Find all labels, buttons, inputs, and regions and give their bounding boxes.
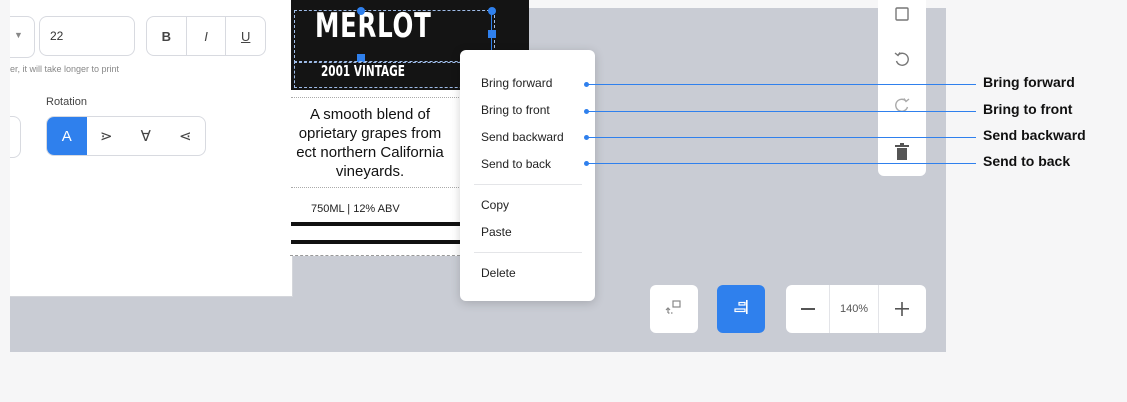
redo-icon[interactable] (892, 96, 912, 116)
align-icon (733, 299, 749, 320)
bold-button[interactable]: B (147, 17, 186, 55)
transform-icon (665, 299, 683, 320)
menu-item-bring-forward[interactable]: Bring forward (481, 76, 552, 90)
label-vintage[interactable]: 2001 VINTAGE (321, 62, 405, 80)
menu-item-send-backward[interactable]: Send backward (481, 130, 564, 144)
trash-icon[interactable] (892, 142, 912, 162)
vertical-toolbar (878, 0, 926, 176)
callout-line (587, 163, 976, 164)
annotation-send-to-back: Send to back (983, 153, 1071, 169)
annotation-bring-forward: Bring forward (983, 74, 1075, 90)
rotation-label: Rotation (46, 96, 87, 108)
copy-icon[interactable] (892, 4, 912, 24)
rotation-option-0[interactable]: A (47, 117, 87, 155)
menu-item-send-to-back[interactable]: Send to back (481, 157, 551, 171)
font-size-input[interactable]: 22 (39, 16, 135, 56)
menu-item-bring-to-front[interactable]: Bring to front (481, 103, 550, 117)
description-line: oprietary grapes from (298, 125, 442, 142)
label-description[interactable]: A smooth blend of oprietary grapes from … (291, 105, 465, 181)
callout-line (587, 111, 976, 112)
zoom-in-icon[interactable] (877, 285, 926, 333)
resize-handle-top[interactable] (357, 7, 365, 15)
font-select[interactable]: ▼ (10, 16, 35, 58)
menu-separator (474, 252, 582, 253)
text-format-group: B I U (146, 16, 266, 56)
transform-button[interactable] (650, 285, 698, 333)
underline-button[interactable]: U (225, 17, 265, 55)
description-line: ect northern California (296, 144, 444, 161)
zoom-out-icon[interactable] (786, 285, 831, 333)
italic-button[interactable]: I (185, 17, 226, 55)
menu-item-delete[interactable]: Delete (481, 266, 516, 280)
annotation-bring-to-front: Bring to front (983, 101, 1073, 117)
callout-line (587, 84, 976, 85)
align-button[interactable] (717, 285, 765, 333)
bottle-info-text: 750ML | 12% ABV (311, 203, 400, 215)
text-properties-panel: ▼ 22 B I U er, it will take longer to pr… (10, 0, 293, 297)
label-bleed-line (290, 255, 460, 256)
menu-item-paste[interactable]: Paste (481, 225, 512, 239)
zoom-level[interactable]: 140% (830, 285, 877, 333)
undo-icon[interactable] (892, 50, 912, 70)
resize-handle-top-right[interactable] (488, 7, 496, 15)
alignment-select[interactable] (10, 116, 21, 158)
menu-separator (474, 184, 582, 185)
description-line: vineyards. (335, 163, 405, 180)
rotation-option-270[interactable]: ⋖ (166, 117, 206, 155)
rotation-option-90[interactable]: ⋗ (87, 117, 127, 155)
callout-line (587, 137, 976, 138)
zoom-control: 140% (786, 285, 926, 333)
rotation-group: A ⋗ ∀ ⋖ (46, 116, 206, 156)
context-menu: Bring forward Bring to front Send backwa… (460, 50, 595, 301)
rotation-option-180[interactable]: ∀ (126, 117, 166, 155)
menu-item-copy[interactable]: Copy (481, 198, 509, 212)
print-hint: er, it will take longer to print (10, 64, 120, 74)
chevron-down-icon: ▼ (14, 30, 23, 40)
resize-handle-right[interactable] (488, 30, 496, 38)
annotation-send-backward: Send backward (983, 127, 1086, 143)
description-line: A smooth blend of (309, 106, 431, 123)
